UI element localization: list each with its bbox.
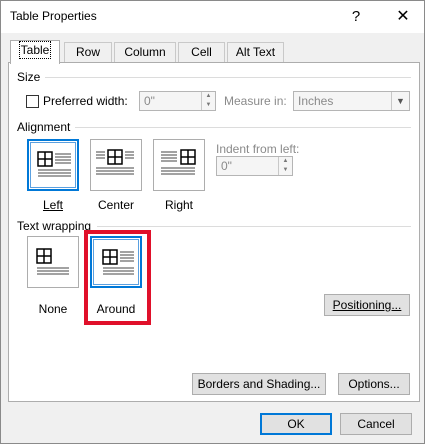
text-wrapping-group-label: Text wrapping [17, 219, 92, 233]
alignment-center-option[interactable] [90, 139, 142, 191]
tab-cell-label: Cell [191, 45, 212, 59]
tab-cell[interactable]: Cell [178, 42, 225, 63]
indent-from-left-value: 0" [221, 159, 232, 173]
option-inner [155, 141, 203, 189]
alignment-right-label: Right [149, 198, 209, 212]
options-button[interactable]: Options... [338, 373, 410, 395]
tab-row-label: Row [75, 45, 100, 59]
table-align-center-icon [96, 149, 134, 175]
borders-and-shading-button[interactable]: Borders and Shading... [192, 373, 326, 395]
option-inner [92, 141, 140, 189]
preferred-width-label: Preferred width: [43, 94, 128, 108]
options-label: Options... [348, 377, 400, 391]
indent-from-left-label: Indent from left: [216, 142, 300, 156]
title-bar: Table Properties ? ✕ [1, 1, 424, 33]
spin-down-icon[interactable]: ▼ [202, 101, 215, 110]
size-group-label: Size [17, 70, 41, 84]
help-button[interactable]: ? [343, 4, 369, 30]
alignment-left-option[interactable] [27, 139, 79, 191]
tab-alt-text-label: Alt Text [235, 45, 276, 59]
measure-in-select[interactable]: Inches ▼ [293, 91, 410, 111]
wrapping-none-text: None [38, 302, 68, 316]
tab-column[interactable]: Column [114, 42, 176, 63]
wrapping-around-label: Around [86, 302, 146, 316]
preferred-width-value: 0" [144, 94, 155, 108]
tab-row[interactable]: Row [64, 42, 112, 63]
spin-down-icon[interactable]: ▼ [279, 166, 292, 175]
indent-spin-arrows[interactable]: ▲ ▼ [278, 157, 292, 175]
indent-from-left-spinner[interactable]: 0" ▲ ▼ [216, 156, 293, 176]
measure-in-value: Inches [298, 94, 334, 108]
wrap-none-icon [36, 248, 69, 275]
option-inner [30, 142, 76, 188]
text-wrapping-divider [97, 226, 411, 227]
wrap-around-icon [102, 249, 134, 275]
alignment-center-text: Center [97, 198, 135, 212]
spin-up-icon[interactable]: ▲ [279, 157, 292, 166]
wrapping-none-label: None [23, 302, 83, 316]
measure-in-label: Measure in: [224, 94, 287, 108]
preferred-width-spin-arrows[interactable]: ▲ ▼ [201, 92, 215, 110]
preferred-width-checkbox[interactable] [26, 95, 39, 108]
tab-table[interactable]: Table [10, 40, 60, 64]
alignment-left-label: Left [23, 198, 83, 212]
size-divider [45, 77, 411, 78]
wrapping-around-text: Around [96, 302, 136, 316]
cancel-button[interactable]: Cancel [340, 413, 412, 435]
table-align-left-icon [37, 151, 71, 177]
close-button[interactable]: ✕ [388, 4, 418, 30]
wrapping-around-option[interactable] [90, 236, 142, 288]
alignment-left-text: Left [42, 198, 63, 212]
tab-column-label: Column [124, 45, 166, 59]
ok-label: OK [287, 417, 305, 431]
wrapping-none-option[interactable] [27, 236, 79, 288]
alignment-right-option[interactable] [153, 139, 205, 191]
preferred-width-spinner[interactable]: 0" ▲ ▼ [139, 91, 216, 111]
borders-and-shading-label: Borders and Shading... [197, 377, 321, 391]
window-title: Table Properties [10, 9, 97, 23]
spin-up-icon[interactable]: ▲ [202, 92, 215, 101]
tab-panel-table: Size Preferred width: 0" ▲ ▼ Measure in: … [8, 62, 420, 402]
alignment-group-label: Alignment [17, 120, 71, 134]
positioning-button[interactable]: Positioning... [324, 294, 410, 316]
option-inner [29, 238, 77, 286]
option-inner [93, 239, 139, 285]
cancel-label: Cancel [357, 417, 395, 431]
ok-button[interactable]: OK [260, 413, 332, 435]
table-properties-dialog: Table Properties ? ✕ Table Row Column Ce… [0, 0, 425, 444]
table-align-right-icon [161, 149, 196, 175]
alignment-divider [75, 127, 411, 128]
tab-table-label: Table [18, 41, 52, 59]
chevron-down-icon[interactable]: ▼ [391, 92, 409, 110]
tab-alt-text[interactable]: Alt Text [227, 42, 284, 63]
alignment-right-text: Right [164, 198, 193, 212]
alignment-center-label: Center [86, 198, 146, 212]
positioning-label: Positioning... [332, 298, 402, 312]
